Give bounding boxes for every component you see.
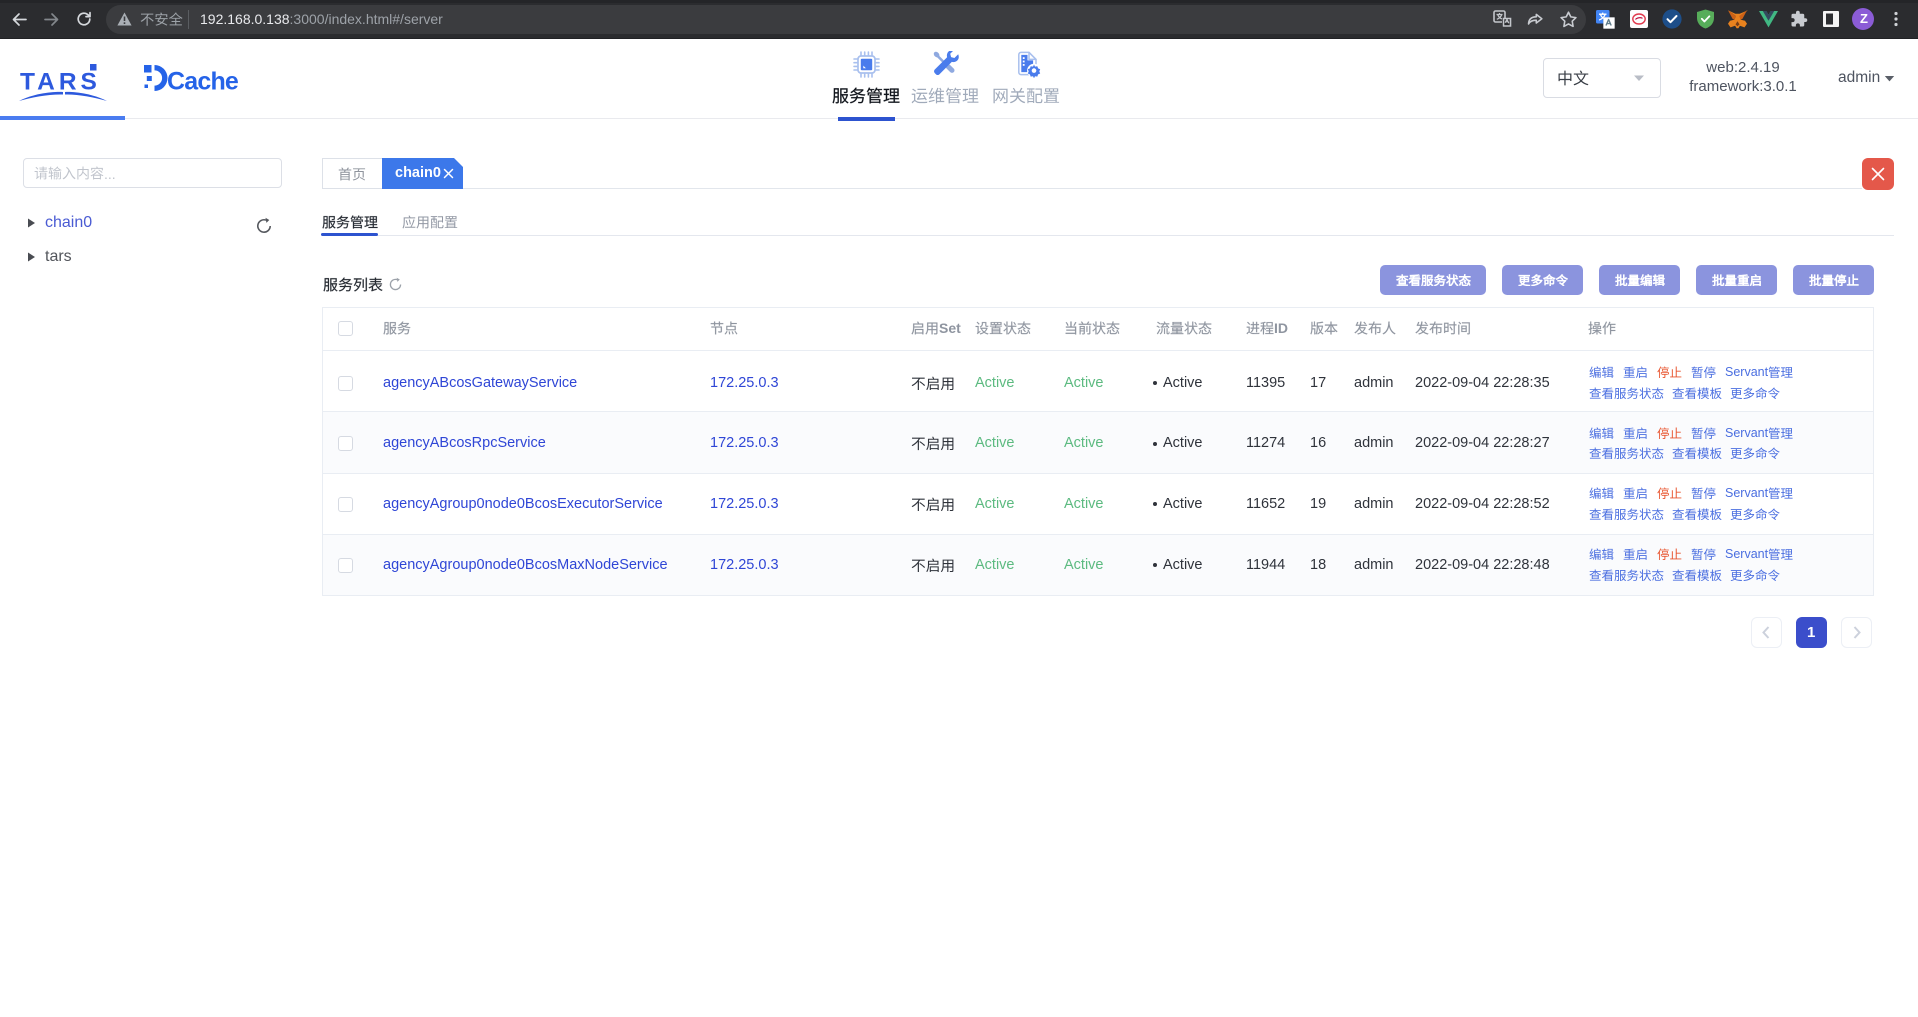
svg-text:Cache: Cache [167,68,239,95]
svg-text:TARS: TARS [20,69,101,96]
